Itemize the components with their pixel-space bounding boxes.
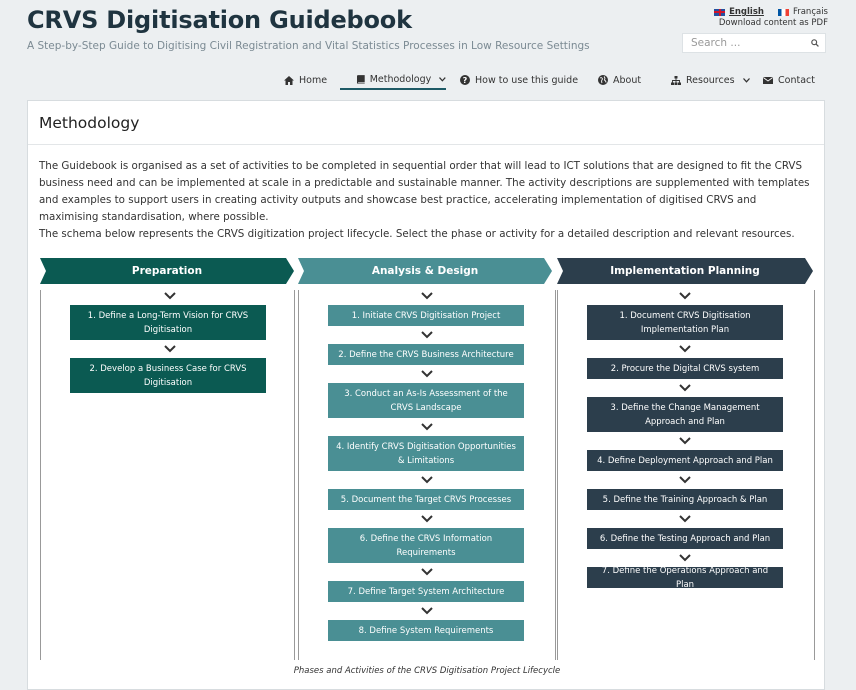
site-title[interactable]: CRVS Digitisation Guidebook — [27, 6, 412, 34]
nav-contact[interactable]: Contact — [763, 70, 815, 90]
chevron-down-icon — [421, 331, 433, 339]
nav-about-label: About — [613, 74, 642, 86]
card-header: Methodology — [28, 101, 824, 145]
globe-icon — [598, 75, 608, 85]
nav-methodology-label: Methodology — [369, 73, 432, 85]
activity-impl-5[interactable]: 5. Define the Training Approach & Plan — [587, 489, 783, 510]
chevron-down-icon — [439, 76, 446, 82]
figure-caption: Phases and Activities of the CRVS Digiti… — [293, 666, 561, 676]
language-french[interactable]: Français — [777, 7, 828, 17]
activity-impl-3[interactable]: 3. Define the Change Management Approach… — [587, 397, 783, 432]
nav-home[interactable]: Home — [284, 70, 327, 90]
activity-analysis-6[interactable]: 6. Define the CRVS Information Requireme… — [328, 528, 524, 563]
book-icon — [357, 74, 365, 84]
site-subtitle: A Step-by-Step Guide to Digitising Civil… — [27, 40, 590, 52]
search-input[interactable] — [689, 36, 811, 50]
phase-label-preparation: Preparation — [131, 265, 203, 277]
activity-analysis-5[interactable]: 5. Document the Target CRVS Processes — [328, 489, 524, 510]
chevron-down-icon — [679, 437, 691, 445]
nav-about[interactable]: About — [598, 70, 641, 90]
chevron-down-icon — [164, 345, 176, 353]
activity-prep-2[interactable]: 2. Develop a Business Case for CRVS Digi… — [70, 358, 266, 393]
nav-resources-label: Resources — [686, 74, 735, 86]
activity-analysis-1[interactable]: 1. Initiate CRVS Digitisation Project — [328, 305, 524, 326]
nav-methodology[interactable]: Methodology — [340, 70, 446, 90]
activity-impl-2[interactable]: 2. Procure the Digital CRVS system — [587, 358, 783, 379]
phase-label-analysis: Analysis & Design — [371, 265, 479, 277]
nav-home-label: Home — [299, 74, 328, 86]
sitemap-icon — [671, 75, 681, 85]
search-box — [682, 33, 826, 53]
chevron-down-icon — [742, 77, 750, 83]
language-french-label: Français — [792, 7, 828, 17]
phase-label-implementation: Implementation Planning — [610, 265, 760, 277]
activity-analysis-7[interactable]: 7. Define Target System Architecture — [328, 581, 524, 602]
chevron-down-icon — [679, 554, 691, 562]
activity-impl-7[interactable]: 7. Define the Operations Approach and Pl… — [587, 566, 783, 590]
activity-impl-1[interactable]: 1. Document CRVS Digitisation Implementa… — [587, 305, 783, 340]
chevron-down-icon — [421, 292, 433, 300]
activity-analysis-3[interactable]: 3. Conduct an As-Is Assessment of the CR… — [328, 383, 524, 418]
envelope-icon — [763, 76, 773, 84]
chevron-down-icon — [164, 292, 176, 300]
chevron-down-icon — [679, 476, 691, 484]
download-pdf-link[interactable]: Download content as PDF — [719, 18, 828, 28]
question-circle-icon: ? — [460, 75, 470, 85]
chevron-down-icon — [421, 568, 433, 576]
language-english-label: English — [729, 7, 764, 17]
svg-text:?: ? — [463, 76, 468, 85]
home-icon — [284, 75, 294, 85]
language-switcher: English Français — [714, 7, 828, 17]
nav-contact-label: Contact — [778, 74, 815, 86]
chevron-down-icon — [679, 384, 691, 392]
nav-resources[interactable]: Resources — [671, 70, 750, 90]
chevron-down-icon — [421, 370, 433, 378]
main-nav: Home Methodology ? How to use this guide… — [0, 70, 856, 92]
chevron-down-icon — [679, 292, 691, 300]
chevron-down-icon — [679, 515, 691, 523]
page-title: Methodology — [39, 114, 140, 132]
schema-description: The schema below represents the CRVS dig… — [39, 228, 795, 240]
content-card: Methodology The Guidebook is organised a… — [27, 100, 825, 690]
chevron-down-icon — [421, 607, 433, 615]
language-english[interactable]: English — [714, 7, 764, 17]
activity-analysis-2[interactable]: 2. Define the CRVS Business Architecture — [328, 344, 524, 365]
chevron-down-icon — [679, 345, 691, 353]
activity-impl-6[interactable]: 6. Define the Testing Approach and Plan — [587, 528, 783, 549]
chevron-down-icon — [421, 476, 433, 484]
uk-flag-icon — [714, 8, 726, 16]
activity-impl-4[interactable]: 4. Define Deployment Approach and Plan — [587, 450, 783, 471]
activity-prep-1[interactable]: 1. Define a Long-Term Vision for CRVS Di… — [70, 305, 266, 340]
chevron-down-icon — [421, 515, 433, 523]
search-icon[interactable] — [811, 38, 819, 48]
chevron-down-icon — [421, 423, 433, 431]
activity-analysis-8[interactable]: 8. Define System Requirements — [328, 620, 524, 641]
intro-paragraph: The Guidebook is organised as a set of a… — [39, 160, 810, 223]
activity-analysis-4[interactable]: 4. Identify CRVS Digitisation Opportunit… — [328, 436, 524, 471]
france-flag-icon — [777, 8, 789, 16]
nav-how-to-use[interactable]: ? How to use this guide — [460, 70, 578, 90]
nav-how-to-use-label: How to use this guide — [475, 74, 579, 86]
